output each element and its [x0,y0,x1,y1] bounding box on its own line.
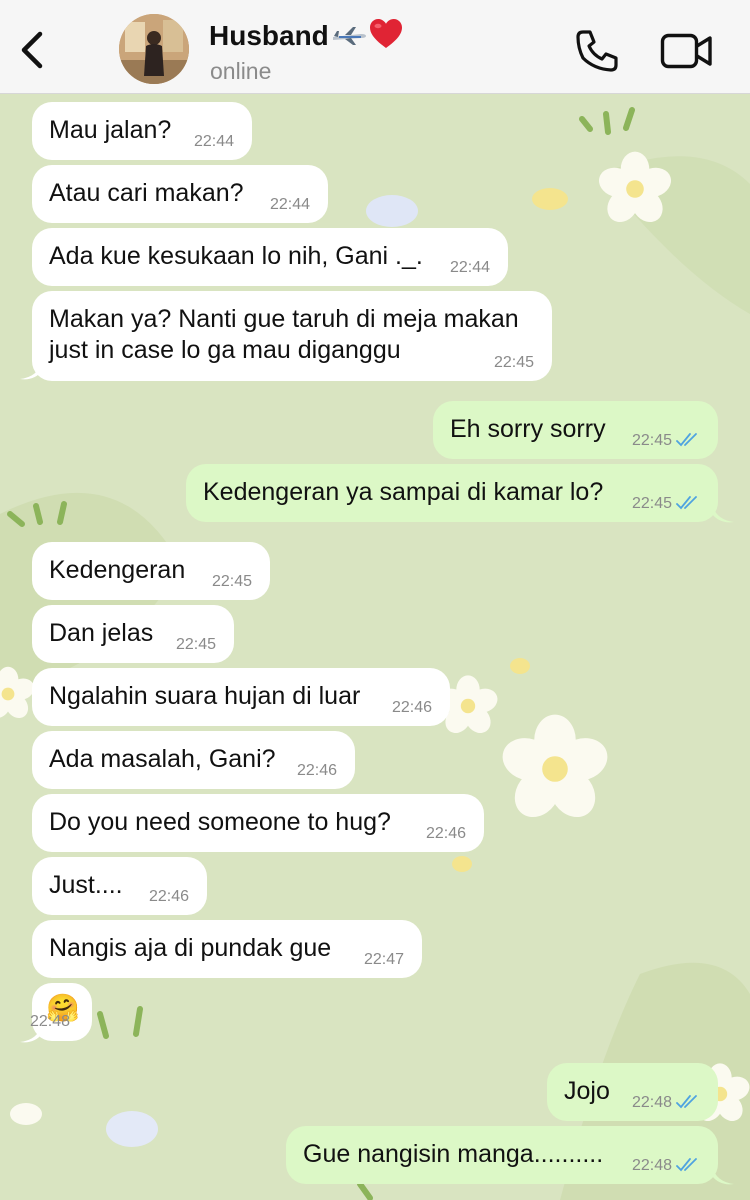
message-text: Eh sorry sorry [450,415,606,443]
bubble-tail [712,504,734,523]
message-time: 22:47 [363,951,404,968]
outgoing-message[interactable]: Jojo 22:48 [547,1063,718,1121]
bubble-tail [20,1024,42,1043]
message-text: Ngalahin suara hujan di luar [49,682,361,710]
back-chevron-icon[interactable] [14,28,50,72]
message-text: Atau cari makan? [49,179,244,207]
message-text: Jojo [564,1077,610,1105]
incoming-message[interactable]: Dan jelas 22:45 [32,605,234,663]
outgoing-message[interactable]: Gue nangisin manga.......... 22:48 [286,1126,718,1184]
chat-header: Husband online [0,0,750,94]
message-text-line2: just in case lo ga mau diganggu [49,336,401,364]
incoming-message[interactable]: Ada kue kesukaan lo nih, Gani ._. 22:44 [32,228,508,286]
incoming-message[interactable]: Ada masalah, Gani? 22:46 [32,731,355,789]
message-text: Gue nangisin manga.......... [303,1140,604,1168]
message-time: 22:46 [391,699,432,716]
bubble-tail [20,361,42,380]
message-text: Ada masalah, Gani? [49,745,276,773]
message-time: 22:45 [175,636,216,653]
read-ticks-icon [676,496,697,510]
incoming-message[interactable]: Mau jalan? 22:44 [32,102,252,160]
message-time: 22:45 [631,432,672,449]
message-time: 22:45 [211,573,252,590]
contact-status: online [210,58,272,84]
video-camera-icon[interactable] [660,32,714,70]
message-text: Nangis aja di pundak gue [49,934,332,962]
message-time: 22:46 [296,762,337,779]
message-text: Dan jelas [49,619,154,647]
message-text: Do you need someone to hug? [49,808,391,836]
incoming-message[interactable]: Nangis aja di pundak gue 22:47 [32,920,422,978]
message-text: Kedengeran [49,556,186,584]
message-list[interactable]: Mau jalan? 22:44 Atau cari makan? 22:44 … [0,94,750,1200]
outgoing-message[interactable]: Kedengeran ya sampai di kamar lo? 22:45 [186,464,718,522]
read-ticks-icon [676,1158,697,1172]
incoming-message[interactable]: Just.... 22:46 [32,857,207,915]
message-text: Kedengeran ya sampai di kamar lo? [203,478,604,506]
read-ticks-icon [676,1095,697,1109]
message-time: 22:44 [269,196,310,213]
message-time: 22:45 [493,354,534,371]
message-time: 22:48 [631,1094,672,1111]
airplane-icon [331,22,367,54]
incoming-message[interactable]: Kedengeran 22:45 [32,542,270,600]
contact-name-text: Husband [209,19,329,51]
incoming-message[interactable]: Makan ya? Nanti gue taruh di meja makan … [32,291,552,381]
bubble-tail [712,1166,734,1185]
read-ticks-icon [676,433,697,447]
incoming-message[interactable]: Atau cari makan? 22:44 [32,165,328,223]
message-time: 22:46 [425,825,466,842]
red-heart-icon [369,18,403,57]
message-text: Just.... [49,871,123,899]
message-text: Mau jalan? [49,116,172,144]
message-time: 22:45 [631,495,672,512]
contact-name[interactable]: Husband [209,18,403,57]
avatar[interactable] [119,14,189,84]
incoming-message[interactable]: Ngalahin suara hujan di luar 22:46 [32,668,450,726]
message-time: 22:46 [148,888,189,905]
message-time: 22:44 [193,133,234,150]
message-time: 22:44 [449,259,490,276]
incoming-message[interactable]: Do you need someone to hug? 22:46 [32,794,484,852]
message-text: Ada kue kesukaan lo nih, Gani ._. [49,242,423,270]
message-text: Makan ya? Nanti gue taruh di meja makan [49,305,519,333]
message-time: 22:48 [631,1157,672,1174]
phone-icon[interactable] [574,28,620,74]
outgoing-message[interactable]: Eh sorry sorry 22:45 [433,401,718,459]
